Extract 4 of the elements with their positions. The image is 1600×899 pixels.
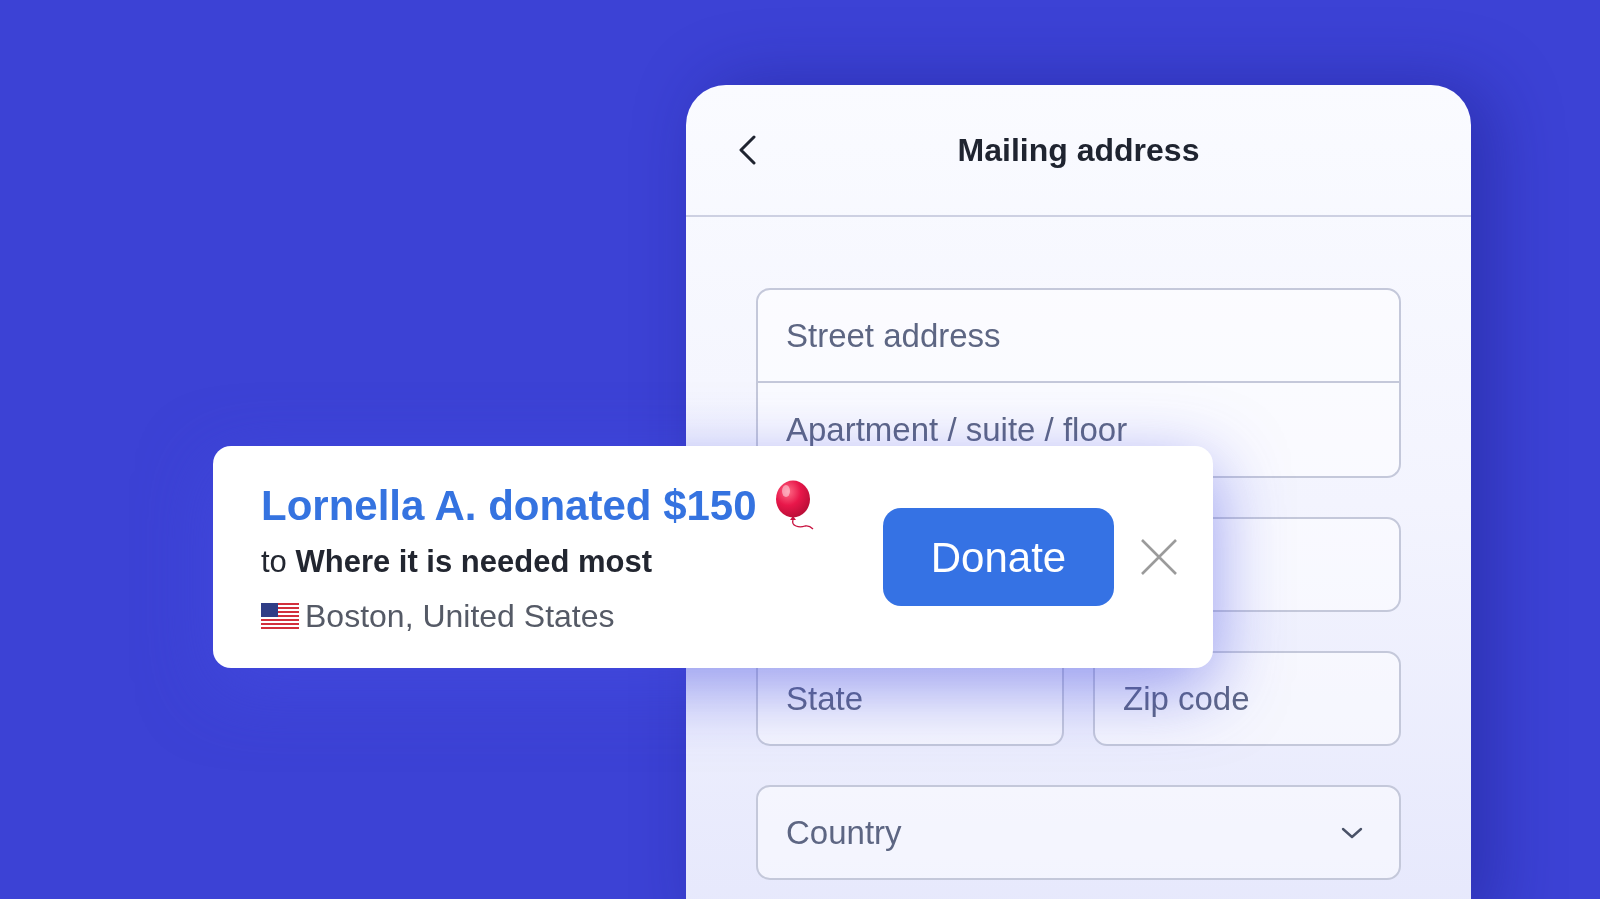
panel-title: Mailing address — [957, 131, 1200, 170]
donor-location: Boston, United States — [305, 598, 615, 634]
donation-designation: to Where it is needed most — [261, 544, 653, 580]
donation-headline: Lornella A. donated $150 — [261, 482, 757, 530]
